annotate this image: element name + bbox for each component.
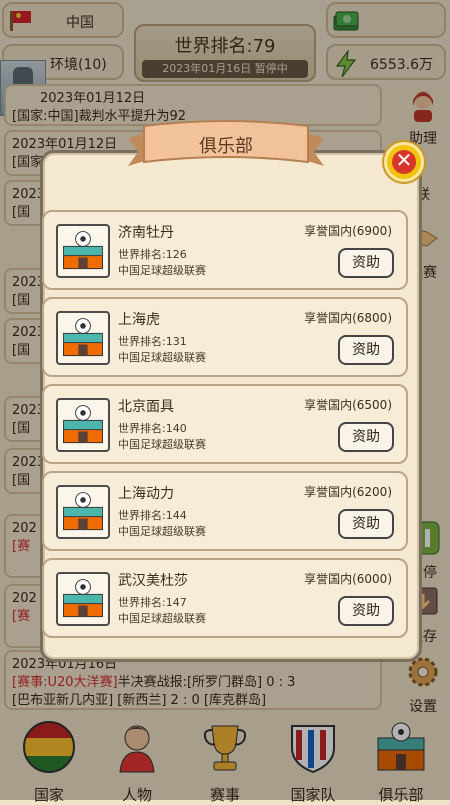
sponsor-button[interactable]: 资助 <box>338 509 394 539</box>
club-rank: 世界排名:131 <box>118 335 187 348</box>
club-rank: 世界排名:144 <box>118 509 187 522</box>
club-name: 武汉美杜莎 <box>118 573 188 589</box>
close-button[interactable]: ✕ <box>384 142 424 182</box>
club-logo-icon <box>56 224 110 278</box>
sponsor-button[interactable]: 资助 <box>338 422 394 452</box>
club-league: 中国足球超级联赛 <box>118 351 206 364</box>
club-fame: 享誉国内(6500) <box>304 398 392 412</box>
club-fame: 享誉国内(6900) <box>304 224 392 238</box>
club-card: 上海虎 世界排名:131 中国足球超级联赛 享誉国内(6800) 资助 <box>42 297 408 377</box>
club-rank: 世界排名:140 <box>118 422 187 435</box>
club-card: 上海动力 世界排名:144 中国足球超级联赛 享誉国内(6200) 资助 <box>42 471 408 551</box>
club-name: 济南牡丹 <box>118 225 174 241</box>
modal-title: 俱乐部 <box>199 136 253 157</box>
club-logo-icon <box>56 485 110 539</box>
club-fame: 享誉国内(6800) <box>304 311 392 325</box>
sponsor-button[interactable]: 资助 <box>338 335 394 365</box>
club-card: 武汉美杜莎 世界排名:147 中国足球超级联赛 享誉国内(6000) 资助 <box>42 558 408 638</box>
modal-title-ribbon: 俱乐部 <box>128 118 324 176</box>
sponsor-button[interactable]: 资助 <box>338 596 394 626</box>
club-logo-icon <box>56 398 110 452</box>
club-league: 中国足球超级联赛 <box>118 438 206 451</box>
club-logo-icon <box>56 572 110 626</box>
club-fame: 享誉国内(6000) <box>304 572 392 586</box>
club-name: 北京面具 <box>118 399 174 415</box>
club-card: 北京面具 世界排名:140 中国足球超级联赛 享誉国内(6500) 资助 <box>42 384 408 464</box>
close-icon: ✕ <box>395 148 413 172</box>
club-league: 中国足球超级联赛 <box>118 612 206 625</box>
club-name: 上海虎 <box>118 312 160 328</box>
club-logo-icon <box>56 311 110 365</box>
club-fame: 享誉国内(6200) <box>304 485 392 499</box>
club-card: 济南牡丹 世界排名:126 中国足球超级联赛 享誉国内(6900) 资助 <box>42 210 408 290</box>
club-league: 中国足球超级联赛 <box>118 264 206 277</box>
club-league: 中国足球超级联赛 <box>118 525 206 538</box>
club-rank: 世界排名:147 <box>118 596 187 609</box>
sponsor-button[interactable]: 资助 <box>338 248 394 278</box>
club-name: 上海动力 <box>118 486 174 502</box>
club-rank: 世界排名:126 <box>118 248 187 261</box>
